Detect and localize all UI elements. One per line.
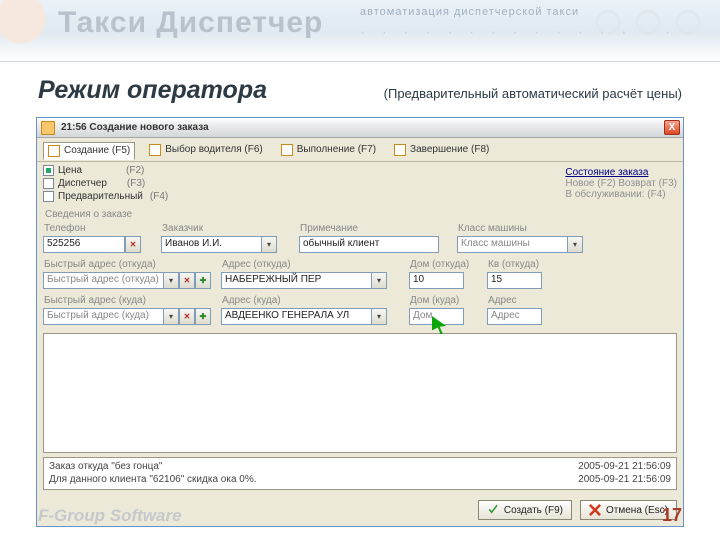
from-addr-dropdown[interactable]: ▾ — [371, 272, 387, 289]
carclass-dropdown[interactable]: ▾ — [567, 236, 583, 253]
chk-dispatcher[interactable]: Диспетчер (F3) — [43, 178, 168, 189]
log-time-1: 2005-09-21 21:56:09 — [578, 461, 671, 474]
status-line-2: В обслуживании: (F4) — [565, 189, 665, 200]
checkbox-icon — [43, 191, 54, 202]
log-area: Заказ откуда "без гонца" Для данного кли… — [43, 457, 677, 490]
cross-icon — [589, 504, 601, 516]
chk-preset-hot: (F4) — [150, 191, 168, 202]
lbl-to-addr: Адрес (куда) — [221, 295, 401, 306]
banner: Такси Диспетчер автоматизация диспетчерс… — [0, 0, 720, 62]
input-qfrom[interactable]: Быстрый адрес (откуда) — [43, 272, 163, 289]
footer-vendor: F-Group Software — [38, 506, 182, 526]
decorative-rings — [596, 10, 700, 34]
window-titlebar[interactable]: 21:56 Создание нового заказа X — [37, 118, 683, 138]
lbl-qfrom: Быстрый адрес (откуда) — [43, 259, 213, 270]
check-icon — [487, 504, 499, 516]
input-qto[interactable]: Быстрый адрес (куда) — [43, 308, 163, 325]
to-addr-dropdown[interactable]: ▾ — [371, 308, 387, 325]
tab-exec-icon — [281, 144, 293, 156]
order-status: Состояние заказа Новое (F2) Возврат (F3)… — [565, 167, 677, 200]
page-heading: Режим оператора — [38, 76, 267, 105]
status-line-1: Новое (F2) Возврат (F3) — [565, 178, 677, 189]
input-from-addr[interactable]: НАБЕРЕЖНЫЙ ПЕР — [221, 272, 371, 289]
log-time-2: 2005-09-21 21:56:09 — [578, 474, 671, 487]
tab-finish-label: Завершение (F8) — [410, 144, 489, 155]
clear-phone-button[interactable]: ✕ — [125, 236, 141, 253]
input-from-house[interactable]: 10 — [409, 272, 464, 289]
tab-strip: Создание (F5) Выбор водителя (F6) Выполн… — [37, 138, 683, 162]
tab-create-label: Создание (F5) — [64, 145, 130, 156]
chk-price-hot: (F2) — [126, 165, 144, 176]
tab-finish-icon — [394, 144, 406, 156]
chk-dispatcher-label: Диспетчер — [58, 178, 107, 189]
input-note[interactable]: обычный клиент — [299, 236, 439, 253]
product-title: Такси Диспетчер — [58, 6, 323, 40]
close-button[interactable]: X — [664, 120, 680, 135]
qfrom-clear[interactable]: ✕ — [179, 272, 195, 289]
qto-pick[interactable]: ✚ — [195, 308, 211, 325]
lbl-to-house: Дом (куда) — [409, 295, 479, 306]
window-title: 21:56 Создание нового заказа — [61, 122, 209, 133]
tab-driver[interactable]: Выбор водителя (F6) — [145, 142, 267, 158]
tab-driver-label: Выбор водителя (F6) — [165, 144, 263, 155]
lbl-from-addr: Адрес (откуда) — [221, 259, 401, 270]
tab-exec-label: Выполнение (F7) — [297, 144, 376, 155]
tab-exec[interactable]: Выполнение (F7) — [277, 142, 380, 158]
input-to-addr[interactable]: АВДЕЕНКО ГЕНЕРАЛА УЛ — [221, 308, 371, 325]
lbl-customer: Заказчик — [161, 223, 291, 234]
options-row: Цена (F2) Диспетчер (F3) Предварительный (F… — [37, 162, 683, 205]
chk-price[interactable]: Цена (F2) — [43, 165, 168, 176]
cancel-button-label: Отмена (Esc) — [606, 505, 668, 516]
lbl-from-house: Дом (откуда) — [409, 259, 479, 270]
checkbox-icon — [43, 178, 54, 189]
lbl-note: Примечание — [299, 223, 449, 234]
input-customer[interactable]: Иванов И.И. — [161, 236, 261, 253]
route-table[interactable] — [43, 333, 677, 453]
checkbox-icon — [43, 165, 54, 176]
qfrom-dropdown[interactable]: ▾ — [163, 272, 179, 289]
lbl-phone: Телефон — [43, 223, 153, 234]
input-to-extra[interactable]: Адрес — [487, 308, 542, 325]
chk-preset-label: Предварительный — [58, 191, 143, 202]
tab-create[interactable]: Создание (F5) — [43, 142, 135, 160]
create-button[interactable]: Создать (F9) — [478, 500, 572, 520]
tab-driver-icon — [149, 144, 161, 156]
input-from-flat[interactable]: 15 — [487, 272, 542, 289]
customer-dropdown[interactable]: ▾ — [261, 236, 277, 253]
lbl-qto: Быстрый адрес (куда) — [43, 295, 213, 306]
window-icon — [41, 121, 55, 135]
product-subtitle: автоматизация диспетчерской такси — [360, 6, 579, 18]
chk-price-label: Цена — [58, 165, 82, 176]
section-order-info: Сведения о заказе — [37, 205, 683, 221]
page-note: (Предварительный автоматический расчёт ц… — [384, 86, 682, 101]
qfrom-pick[interactable]: ✚ — [195, 272, 211, 289]
chk-dispatcher-hot: (F3) — [127, 178, 145, 189]
input-phone[interactable]: 525256 — [43, 236, 125, 253]
status-link[interactable]: Состояние заказа — [565, 167, 648, 178]
log-line-1: Заказ откуда "без гонца" — [49, 461, 257, 474]
create-button-label: Создать (F9) — [504, 505, 563, 516]
lbl-from-flat: Кв (откуда) — [487, 259, 557, 270]
operator-avatar — [0, 0, 52, 62]
lbl-to-extra: Адрес — [487, 295, 557, 306]
input-carclass[interactable]: Класс машины — [457, 236, 567, 253]
lbl-carclass: Класс машины — [457, 223, 677, 234]
footer-page: 17 — [662, 505, 682, 526]
qto-clear[interactable]: ✕ — [179, 308, 195, 325]
tab-finish[interactable]: Завершение (F8) — [390, 142, 493, 158]
chk-preset[interactable]: Предварительный (F4) — [43, 191, 168, 202]
tab-create-icon — [48, 145, 60, 157]
order-window: 21:56 Создание нового заказа X Создание … — [36, 117, 684, 527]
qto-dropdown[interactable]: ▾ — [163, 308, 179, 325]
log-line-2: Для данного клиента "62106" скидка ока 0… — [49, 474, 257, 487]
